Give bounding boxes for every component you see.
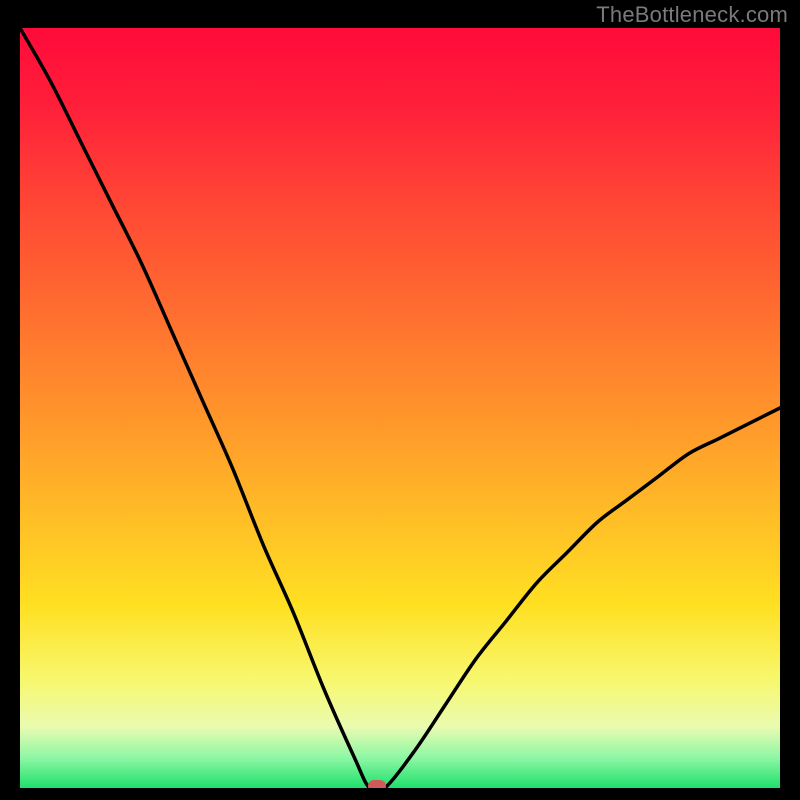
- watermark-text: TheBottleneck.com: [596, 2, 788, 28]
- bottleneck-marker: [368, 780, 386, 788]
- chart-container: TheBottleneck.com: [0, 0, 800, 800]
- curve-path: [20, 28, 780, 788]
- plot-area: [20, 28, 780, 788]
- bottleneck-curve: [20, 28, 780, 788]
